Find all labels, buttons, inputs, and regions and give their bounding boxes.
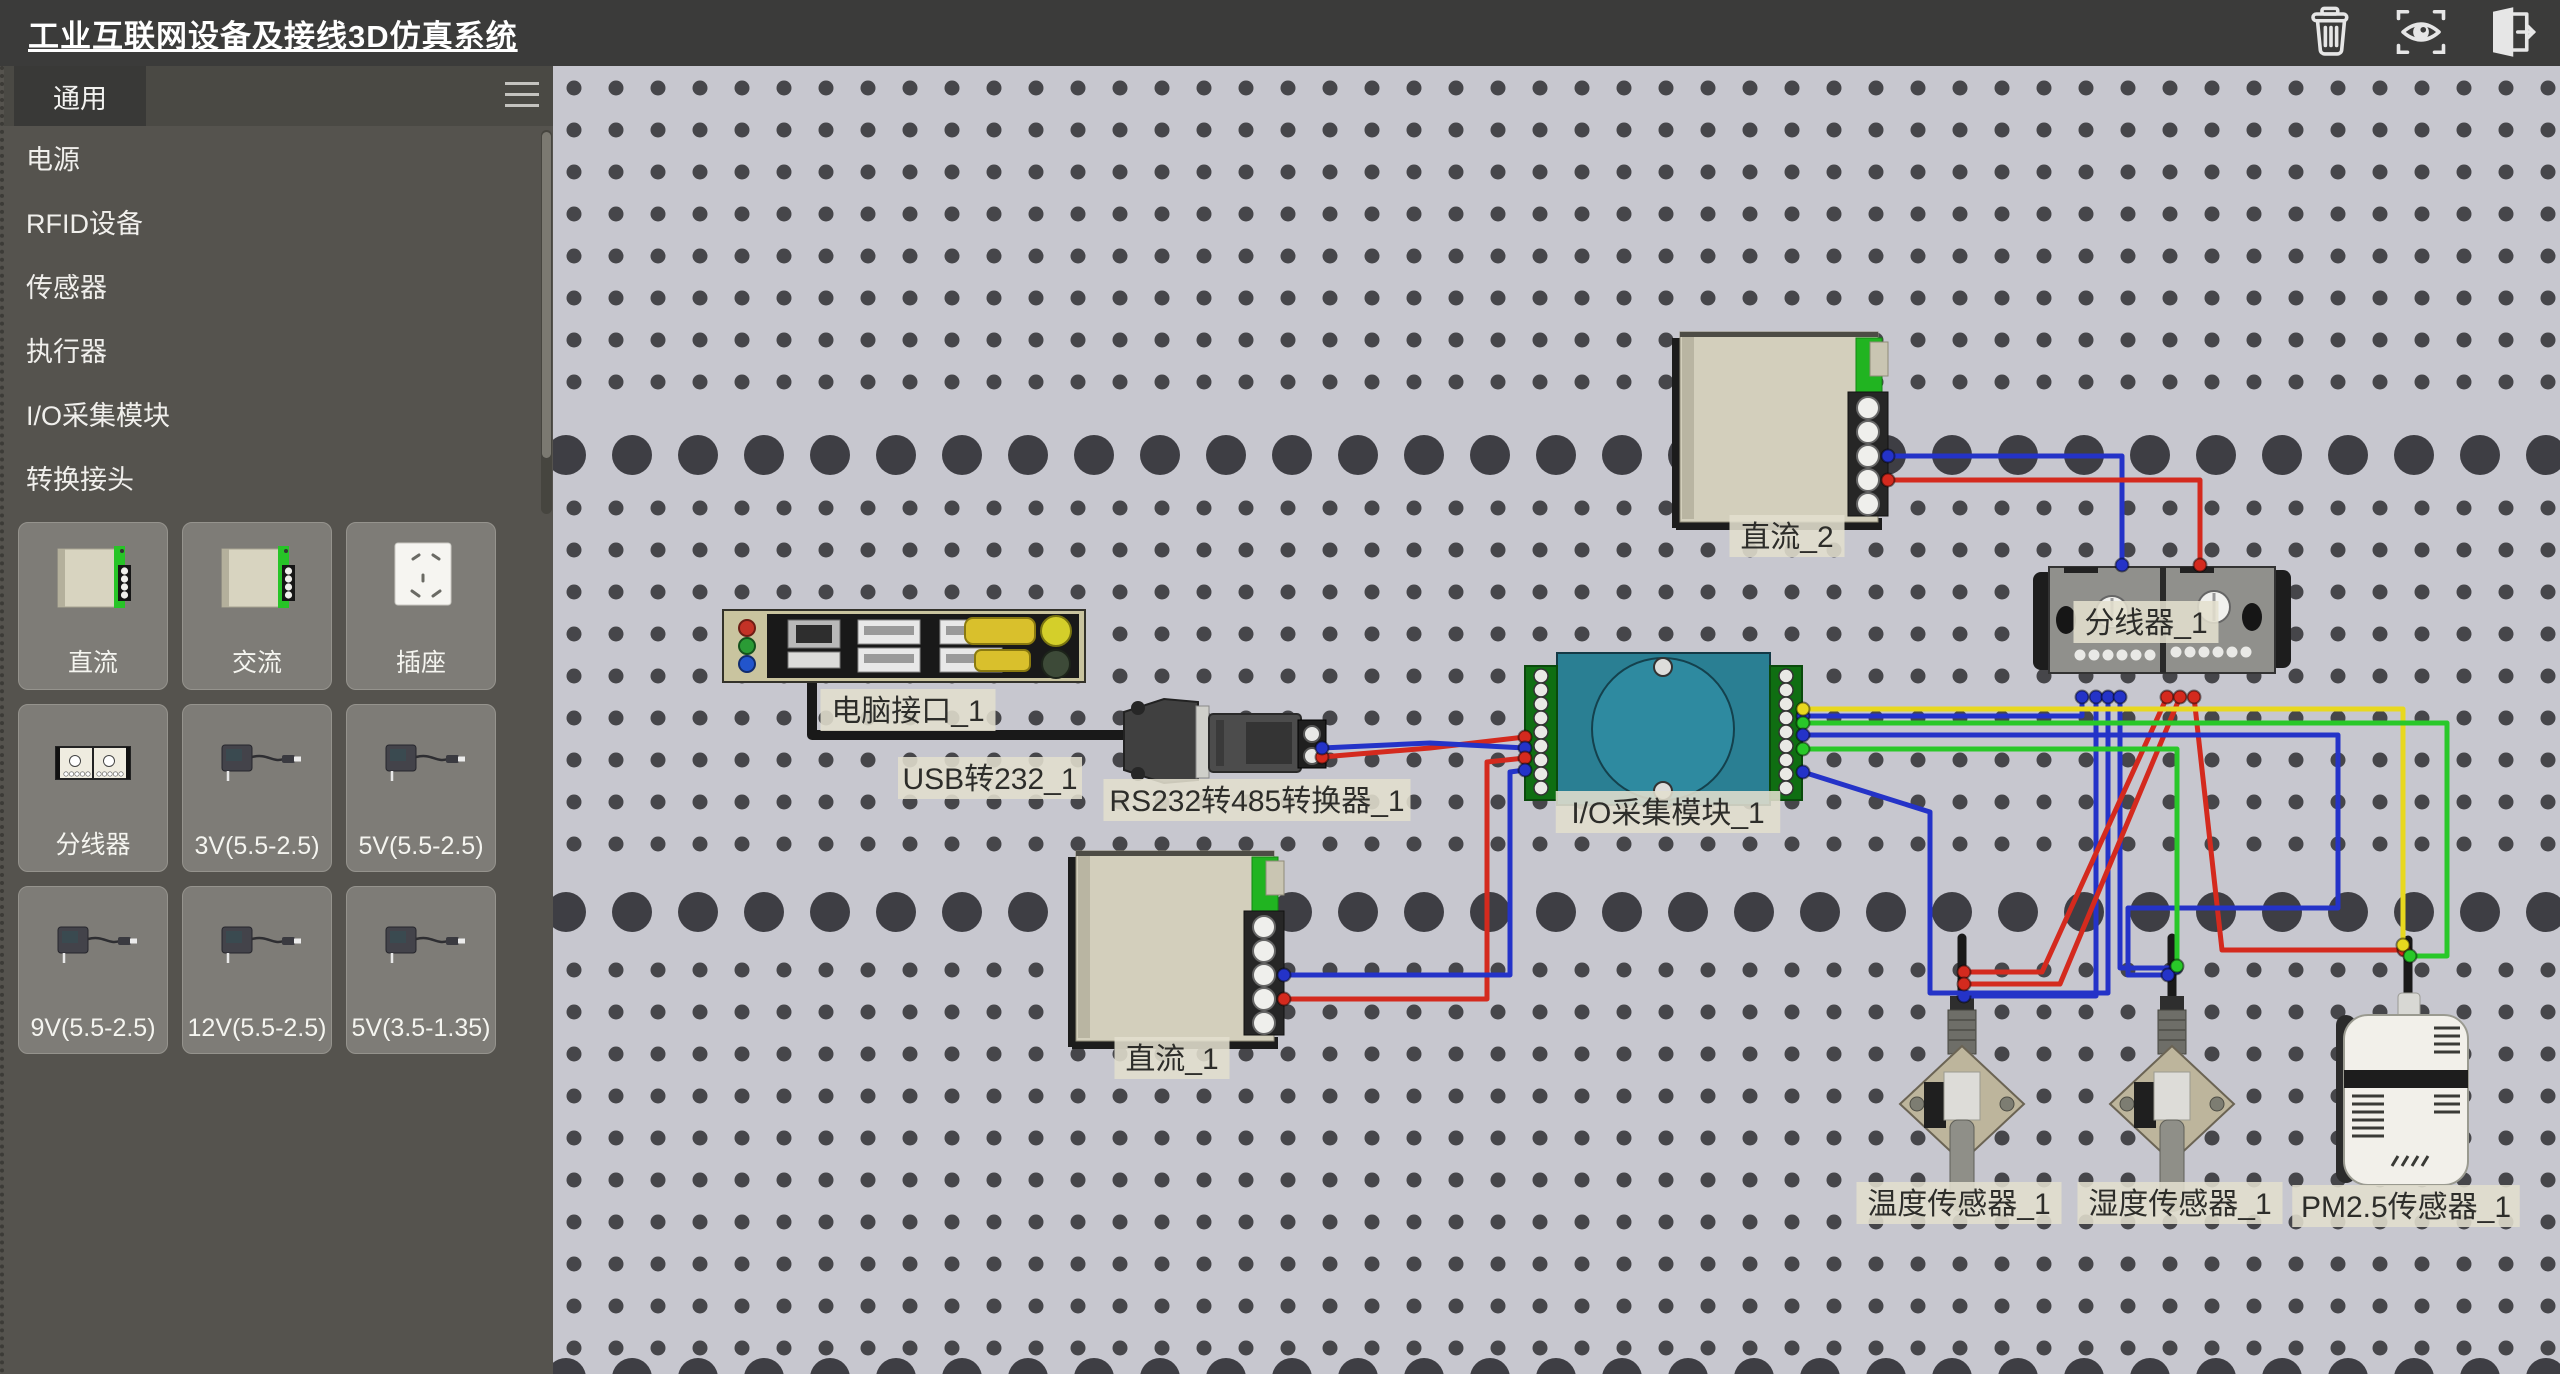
delete-button[interactable] bbox=[2304, 7, 2358, 61]
card-label: 直流 bbox=[19, 643, 167, 679]
tab-general[interactable]: 通用 bbox=[14, 66, 146, 126]
toolbar bbox=[2304, 7, 2538, 61]
card-label: 分线器 bbox=[19, 825, 167, 861]
wire[interactable] bbox=[1803, 735, 2338, 975]
device-label: USB转232_1 bbox=[902, 763, 1077, 796]
device-label: 直流_1 bbox=[1125, 1043, 1218, 1076]
wire[interactable] bbox=[1964, 697, 2167, 972]
adapter-thumbnail-icon bbox=[372, 717, 472, 812]
adapter-thumbnail-icon bbox=[44, 899, 144, 994]
device-pm25-sensor[interactable] bbox=[2336, 993, 2468, 1185]
sidebar-tabbar: 通用 bbox=[4, 66, 557, 126]
splitter-thumbnail-icon bbox=[44, 717, 144, 812]
scrollbar-thumb[interactable] bbox=[542, 132, 551, 458]
card-label: 交流 bbox=[183, 643, 331, 679]
device-card-5V(3.5-1.35)[interactable]: 5V(3.5-1.35) bbox=[346, 886, 496, 1054]
exit-button[interactable] bbox=[2484, 7, 2538, 61]
device-label: 分线器_1 bbox=[2084, 607, 2207, 640]
device-dc-psu-1[interactable] bbox=[1068, 851, 1284, 1049]
device-io-module[interactable] bbox=[1525, 653, 1802, 805]
device-label: I/O采集模块_1 bbox=[1571, 797, 1764, 830]
device-pc-interface[interactable] bbox=[723, 610, 1085, 682]
app-header: 工业互联网设备及接线3D仿真系统 bbox=[0, 0, 2560, 66]
exit-door-icon bbox=[2484, 5, 2538, 64]
adapter-thumbnail-icon bbox=[208, 717, 308, 812]
device-label: 电脑接口_1 bbox=[831, 695, 984, 728]
trash-icon bbox=[2304, 5, 2358, 64]
preview-button[interactable] bbox=[2394, 7, 2448, 61]
device-card-12V(5.5-2.5)[interactable]: 12V(5.5-2.5) bbox=[182, 886, 332, 1054]
hamburger-menu-icon[interactable] bbox=[505, 82, 539, 110]
sidebar-category-转换接头[interactable]: 转换接头 bbox=[4, 448, 544, 512]
card-label: 9V(5.5-2.5) bbox=[19, 1014, 167, 1043]
device-label: RS232转485转换器_1 bbox=[1109, 785, 1404, 818]
psu-thumbnail-icon bbox=[208, 535, 308, 630]
adapter-thumbnail-icon bbox=[372, 899, 472, 994]
sidebar-category-RFID设备[interactable]: RFID设备 bbox=[4, 192, 544, 256]
psu-thumbnail-icon bbox=[44, 535, 144, 630]
sidebar-menu: 电源RFID设备传感器执行器I/O采集模块转换接头 bbox=[4, 128, 544, 512]
sidebar-category-传感器[interactable]: 传感器 bbox=[4, 256, 544, 320]
device-rs232-485-converter[interactable] bbox=[1124, 699, 1326, 783]
app-title: 工业互联网设备及接线3D仿真系统 bbox=[28, 11, 518, 56]
device-label: 温度传感器_1 bbox=[1867, 1188, 2050, 1221]
card-label: 插座 bbox=[347, 643, 495, 679]
device-card-直流[interactable]: 直流 bbox=[18, 522, 168, 690]
device-label: 湿度传感器_1 bbox=[2088, 1188, 2271, 1221]
device-card-9V(5.5-2.5)[interactable]: 9V(5.5-2.5) bbox=[18, 886, 168, 1054]
sidebar: 通用 电源RFID设备传感器执行器I/O采集模块转换接头 直流交流插座分线器 3V… bbox=[0, 66, 553, 1374]
device-card-grid: 直流交流插座分线器 3V(5.5-2.5) 5V(5.5-2.5) 9V(5.5-2.… bbox=[4, 522, 514, 1054]
sidebar-category-电源[interactable]: 电源 bbox=[4, 128, 544, 192]
sidebar-category-I/O采集模块[interactable]: I/O采集模块 bbox=[4, 384, 544, 448]
sidebar-category-执行器[interactable]: 执行器 bbox=[4, 320, 544, 384]
device-label: PM2.5传感器_1 bbox=[2301, 1191, 2511, 1224]
sidebar-scrollbar[interactable] bbox=[541, 130, 552, 514]
device-card-分线器[interactable]: 分线器 bbox=[18, 704, 168, 872]
eye-focus-icon bbox=[2394, 5, 2448, 64]
device-dc-psu-2[interactable] bbox=[1672, 332, 1888, 530]
card-label: 3V(5.5-2.5) bbox=[183, 832, 331, 861]
device-label: 直流_2 bbox=[1740, 521, 1833, 554]
simulation-canvas[interactable]: 电脑接口_1 USB转232_1 RS232转485转换器_1 I/O采集模块_1 直流… bbox=[553, 66, 2560, 1374]
socket-thumbnail-icon bbox=[372, 535, 472, 630]
device-card-3V(5.5-2.5)[interactable]: 3V(5.5-2.5) bbox=[182, 704, 332, 872]
adapter-thumbnail-icon bbox=[208, 899, 308, 994]
card-label: 5V(3.5-1.35) bbox=[347, 1014, 495, 1043]
device-card-插座[interactable]: 插座 bbox=[346, 522, 496, 690]
card-label: 5V(5.5-2.5) bbox=[347, 832, 495, 861]
device-card-交流[interactable]: 交流 bbox=[182, 522, 332, 690]
card-label: 12V(5.5-2.5) bbox=[183, 1014, 331, 1043]
device-card-5V(5.5-2.5)[interactable]: 5V(5.5-2.5) bbox=[346, 704, 496, 872]
